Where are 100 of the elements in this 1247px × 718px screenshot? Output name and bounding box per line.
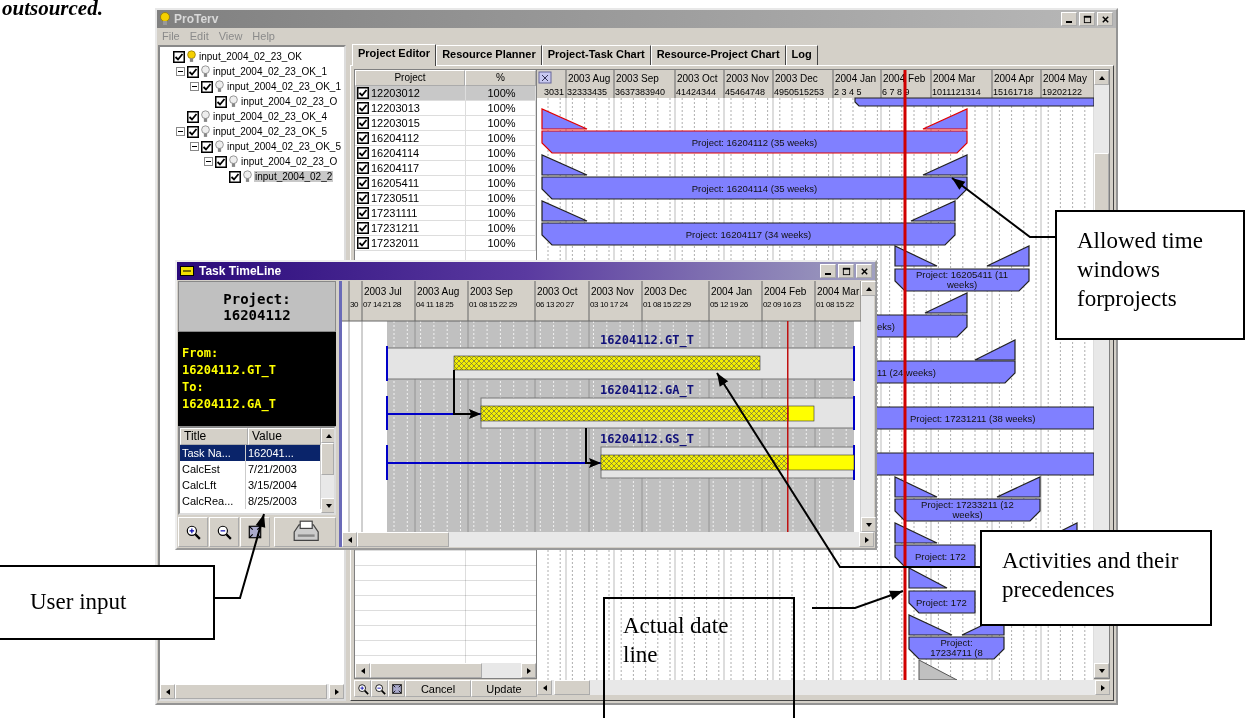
tree-item[interactable]: input_2004_02_23_OK_5 (212, 126, 328, 137)
tab[interactable]: Resource-Project Chart (650, 45, 786, 65)
task-bar[interactable] (600, 454, 789, 471)
scroll-left-button[interactable] (537, 680, 552, 695)
checkbox[interactable] (357, 102, 369, 114)
scroll-thumb[interactable] (1094, 153, 1109, 211)
table-row[interactable]: 12203013 100% (355, 101, 536, 116)
checkbox[interactable] (357, 237, 369, 249)
scroll-right-button[interactable] (859, 532, 874, 547)
checkbox[interactable] (187, 110, 199, 123)
collapse-icon[interactable] (204, 157, 213, 166)
checkbox[interactable] (357, 222, 369, 234)
maximize-button[interactable] (1079, 12, 1095, 26)
checkbox[interactable] (201, 140, 213, 153)
scroll-thumb[interactable] (357, 532, 449, 547)
close-button[interactable] (856, 264, 872, 278)
scroll-right-button[interactable] (1095, 680, 1110, 695)
table-row[interactable]: Task Na... 162041... (180, 445, 321, 462)
checkbox[interactable] (173, 50, 185, 63)
table-row[interactable]: 16205411 100% (355, 176, 536, 191)
checkbox[interactable] (357, 207, 369, 219)
collapse-icon[interactable] (176, 127, 185, 136)
scrollbar[interactable] (861, 281, 874, 532)
tree-item[interactable]: input_2004_02_23_OK (198, 51, 303, 62)
checkbox[interactable] (201, 80, 213, 93)
checkbox[interactable] (187, 65, 199, 78)
zoom-in-button[interactable] (178, 517, 208, 547)
zoom-out-button[interactable] (209, 517, 239, 547)
table-row[interactable]: 12203015 100% (355, 116, 536, 131)
scroll-down-button[interactable] (861, 517, 876, 532)
scroll-thumb[interactable] (554, 680, 590, 695)
checkbox[interactable] (357, 147, 369, 159)
project-bar[interactable]: Project: 172 (908, 590, 976, 614)
task-bar[interactable] (453, 355, 761, 371)
tree-item[interactable]: input_2004_02_23_OK_1 (226, 81, 342, 92)
tab[interactable]: Log (785, 45, 818, 65)
print-button[interactable] (274, 517, 336, 547)
scrollbar[interactable] (160, 684, 344, 699)
toolbar-button[interactable]: Update (471, 680, 537, 697)
week-numbers: 45464748 (725, 87, 766, 97)
checkbox[interactable] (229, 170, 241, 183)
tree-item[interactable]: input_2004_02_23_O (240, 96, 339, 107)
scroll-thumb[interactable] (175, 684, 327, 699)
checkbox[interactable] (215, 155, 227, 168)
table-row[interactable]: 16204112 100% (355, 131, 536, 146)
minimize-button[interactable] (820, 264, 836, 278)
collapse-icon[interactable] (190, 82, 199, 91)
tree-item[interactable]: input_2004_02_23_O (240, 156, 339, 167)
scroll-right-button[interactable] (521, 663, 536, 678)
checkbox[interactable] (357, 177, 369, 189)
table-row[interactable]: 16204114 100% (355, 146, 536, 161)
scroll-thumb[interactable] (370, 663, 482, 678)
tree-item[interactable]: input_2004_02_2 (254, 171, 334, 182)
checkbox[interactable] (357, 192, 369, 204)
scroll-left-button[interactable] (342, 532, 357, 547)
zoom-out-button[interactable] (371, 680, 388, 697)
column-header[interactable]: Value (248, 428, 321, 446)
tab[interactable]: Project-Task Chart (541, 45, 651, 65)
checkbox[interactable] (357, 117, 369, 129)
checkbox[interactable] (215, 95, 227, 108)
tab[interactable]: Resource Planner (436, 45, 542, 65)
scroll-right-button[interactable] (329, 684, 344, 699)
scrollbar[interactable] (355, 663, 536, 678)
scroll-down-button[interactable] (1094, 663, 1109, 678)
toolbar-button[interactable]: Cancel (405, 680, 471, 697)
checkbox[interactable] (187, 125, 199, 138)
scroll-left-button[interactable] (355, 663, 370, 678)
tree-item[interactable]: input_2004_02_23_OK_1 (212, 66, 328, 77)
table-row[interactable]: 12203012 100% (355, 86, 536, 101)
scroll-left-button[interactable] (160, 684, 175, 699)
task-bar[interactable] (480, 405, 789, 422)
checkbox[interactable] (357, 132, 369, 144)
maximize-button[interactable] (838, 264, 854, 278)
scroll-down-button[interactable] (321, 498, 334, 513)
table-row[interactable]: 17231211 100% (355, 221, 536, 236)
tree-item[interactable]: input_2004_02_23_OK_5 (226, 141, 342, 152)
collapse-all-icon[interactable] (538, 71, 552, 84)
scrollbar[interactable] (537, 680, 1110, 695)
table-row[interactable]: 16204117 100% (355, 161, 536, 176)
tab[interactable]: Project Editor (352, 44, 437, 66)
column-header[interactable]: % (465, 70, 536, 86)
scrollbar[interactable] (342, 532, 874, 547)
scrollbar[interactable] (321, 428, 334, 513)
collapse-icon[interactable] (176, 67, 185, 76)
checkbox[interactable] (357, 87, 369, 99)
collapse-icon[interactable] (190, 142, 199, 151)
zoom-in-button[interactable] (354, 680, 371, 697)
scroll-up-button[interactable] (1094, 70, 1109, 85)
minimize-button[interactable] (1061, 12, 1077, 26)
checkbox[interactable] (357, 162, 369, 174)
fit-view-button[interactable] (388, 680, 405, 697)
table-row[interactable]: 17231111 100% (355, 206, 536, 221)
scroll-up-button[interactable] (861, 281, 876, 296)
column-header[interactable]: Project (355, 70, 465, 86)
scroll-up-button[interactable] (321, 428, 334, 444)
tree-item[interactable]: input_2004_02_23_OK_4 (212, 111, 328, 122)
close-button[interactable] (1097, 12, 1113, 26)
scroll-thumb[interactable] (321, 443, 334, 476)
column-header[interactable]: Title (180, 428, 248, 446)
table-row[interactable]: 17230511 100% (355, 191, 536, 206)
